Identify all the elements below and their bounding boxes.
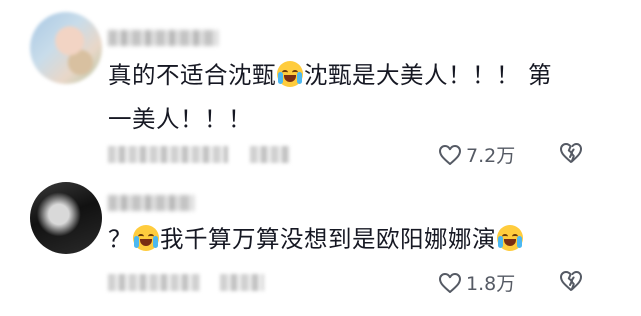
broken-heart-icon: [560, 271, 582, 291]
heart-icon: [439, 272, 461, 293]
like-button[interactable]: 7.2万: [438, 141, 515, 168]
comment-text: ？ 我千算万算没想到是欧阳娜娜演: [108, 220, 524, 258]
comment-2: ？ 我千算万算没想到是欧阳娜娜演 1.8万: [0, 180, 641, 316]
avatar[interactable]: [30, 12, 102, 84]
meta-date-blurred: [108, 146, 228, 163]
like-count: 1.8万: [466, 273, 516, 295]
avatar[interactable]: [30, 182, 102, 254]
comment-text: 真的不适合沈甄 沈甄是大美人！！！ 第: [108, 56, 552, 94]
like-count: 7.2万: [466, 145, 516, 167]
laughing-tears-icon: [497, 225, 523, 251]
comment-1: 真的不适合沈甄 沈甄是大美人！！！ 第 一美人！！！ 7.2万: [0, 0, 641, 180]
meta-date-blurred: [108, 274, 200, 291]
username-blurred[interactable]: [108, 30, 218, 46]
question-mark: ？: [108, 225, 132, 253]
dislike-button[interactable]: [558, 270, 584, 292]
meta-reply-blurred[interactable]: [250, 146, 290, 163]
heart-icon: [439, 144, 461, 165]
dislike-button[interactable]: [558, 142, 584, 164]
comment-text-part: 沈甄是大美人！！！ 第: [304, 61, 552, 89]
broken-heart-icon: [560, 143, 582, 163]
laughing-tears-icon: [133, 225, 159, 251]
comment-text-part: 真的不适合沈甄: [108, 61, 276, 89]
username-blurred[interactable]: [108, 195, 194, 211]
meta-reply-blurred[interactable]: [220, 274, 264, 291]
like-button[interactable]: 1.8万: [438, 269, 515, 296]
crying-face-icon: [277, 61, 303, 87]
comment-text-part: 我千算万算没想到是欧阳娜娜演: [160, 225, 496, 253]
comment-text-line2: 一美人！！！: [108, 105, 252, 133]
